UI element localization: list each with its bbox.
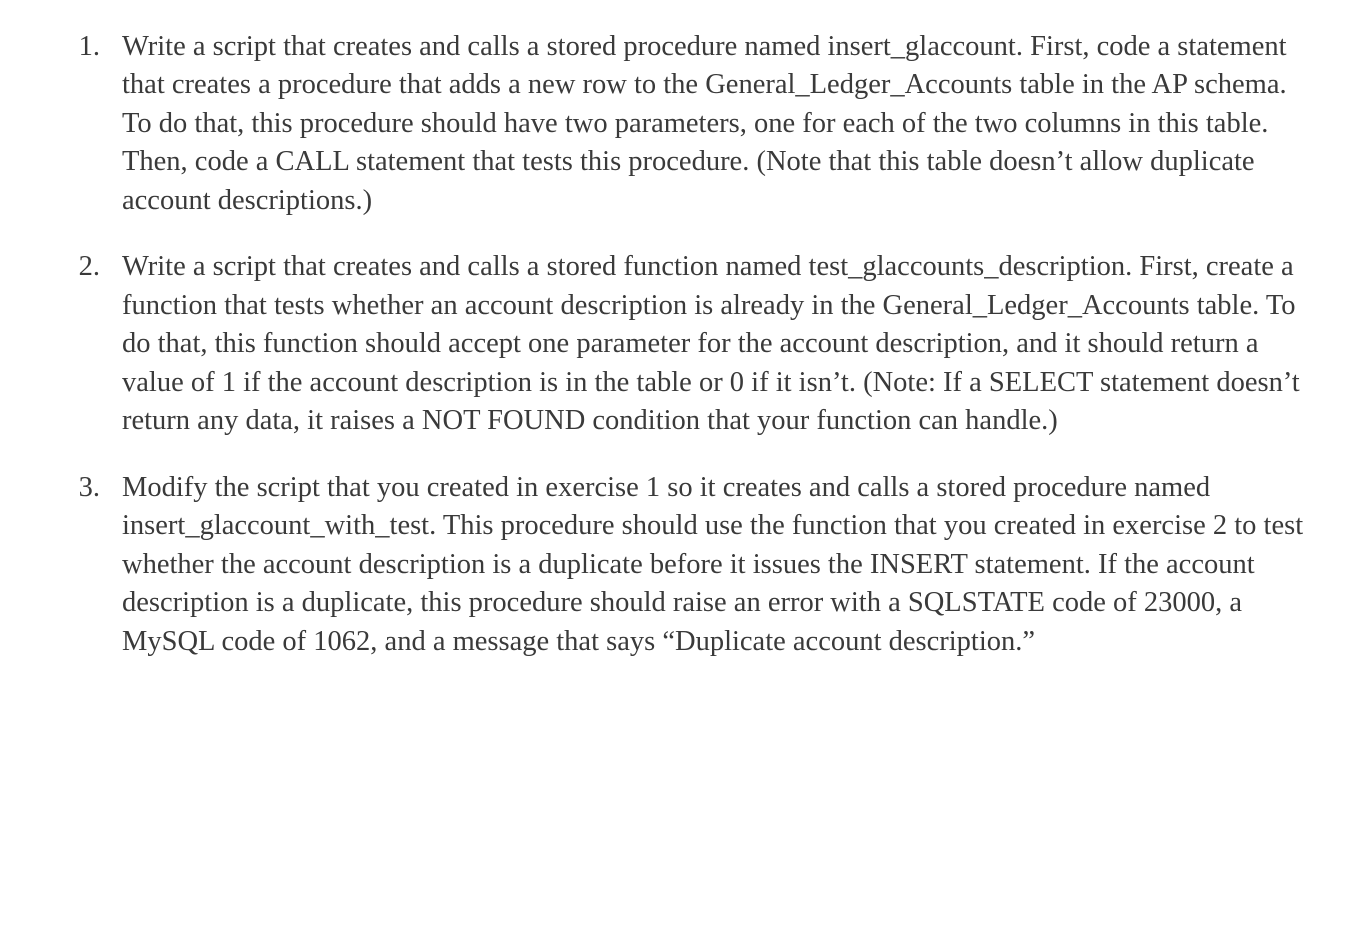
item-number: 3. [38,469,122,507]
list-item: 1. Write a script that creates and calls… [38,28,1306,220]
item-text: Write a script that creates and calls a … [122,248,1306,440]
list-item: 2. Write a script that creates and calls… [38,248,1306,440]
item-text: Modify the script that you created in ex… [122,469,1306,661]
item-number: 2. [38,248,122,286]
item-number: 1. [38,28,122,66]
exercise-list: 1. Write a script that creates and calls… [38,28,1306,661]
document-page: 1. Write a script that creates and calls… [0,0,1354,729]
list-item: 3. Modify the script that you created in… [38,469,1306,661]
item-text: Write a script that creates and calls a … [122,28,1306,220]
